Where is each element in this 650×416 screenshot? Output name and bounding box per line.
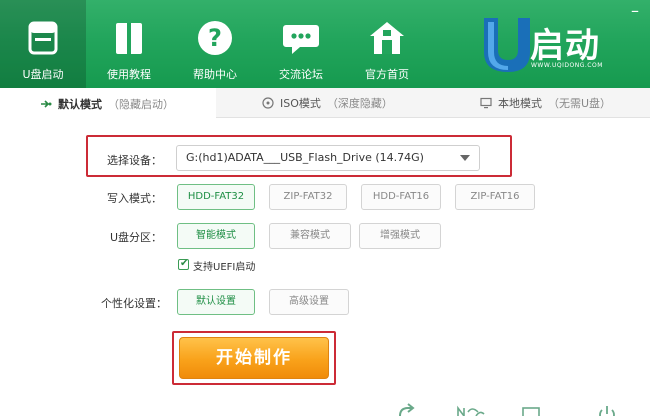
write-option-zip-fat16[interactable]: ZIP-FAT16 xyxy=(455,184,535,210)
partition-option-smart[interactable]: 智能模式 xyxy=(177,223,255,249)
tab-default-mode[interactable]: 默认模式 （隐藏启动） xyxy=(0,88,216,119)
svg-text:?: ? xyxy=(208,24,222,52)
uefi-label: 支持UEFI启动 xyxy=(193,262,256,273)
device-select[interactable]: G:(hd1)ADATA___USB_Flash_Drive (14.74G) xyxy=(176,145,480,171)
brand-url: WWW.UQIDONG.COM xyxy=(531,62,603,69)
tab-main-label: 默认模式 xyxy=(58,97,102,111)
home-icon xyxy=(370,22,404,54)
disc-icon xyxy=(262,97,274,109)
nav-label: 交流论坛 xyxy=(279,68,323,81)
device-label: 选择设备： xyxy=(107,154,162,167)
personal-option-advanced[interactable]: 高级设置 xyxy=(269,289,349,315)
nav-usb-boot[interactable]: U盘启动 xyxy=(0,0,86,88)
personal-option-default[interactable]: 默认设置 xyxy=(177,289,255,315)
nav-tutorial[interactable]: 使用教程 xyxy=(86,0,172,88)
start-button[interactable]: 开始制作 xyxy=(179,337,329,379)
nav-label: U盘启动 xyxy=(22,68,64,81)
tab-local-mode[interactable]: 本地模式 （无需U盘） xyxy=(480,88,611,118)
monitor-icon xyxy=(480,97,492,109)
write-mode-label: 写入模式： xyxy=(107,192,162,205)
tab-main-label: 本地模式 xyxy=(498,97,542,110)
partition-option-enhanced[interactable]: 增强模式 xyxy=(359,223,441,249)
write-option-zip-fat32[interactable]: ZIP-FAT32 xyxy=(269,184,347,210)
write-option-hdd-fat16[interactable]: HDD-FAT16 xyxy=(361,184,441,210)
bottom-toolbar xyxy=(0,402,650,416)
device-select-value: G:(hd1)ADATA___USB_Flash_Drive (14.74G) xyxy=(186,151,424,164)
partition-label: U盘分区： xyxy=(109,231,162,244)
chat-bubble-icon xyxy=(283,25,319,54)
power-icon[interactable] xyxy=(596,402,618,416)
partition-option-compatible[interactable]: 兼容模式 xyxy=(269,223,351,249)
personalize-label: 个性化设置： xyxy=(101,297,167,310)
tab-iso-mode[interactable]: ISO模式 （深度隐藏） xyxy=(262,88,393,118)
nav-label: 官方首页 xyxy=(365,68,409,81)
tab-main-label: ISO模式 xyxy=(280,97,321,110)
window-control-icon[interactable]: – xyxy=(620,2,650,22)
checkmark-icon: ✔ xyxy=(180,258,189,269)
book-icon xyxy=(116,23,142,54)
chevron-down-icon xyxy=(460,155,470,161)
nav-forum[interactable]: 交流论坛 xyxy=(258,0,344,88)
new-icon[interactable] xyxy=(456,402,486,416)
tab-sub-label: （深度隐藏） xyxy=(326,97,393,110)
question-icon: ? xyxy=(198,21,232,55)
usb-drive-icon xyxy=(28,21,58,55)
window-icon[interactable] xyxy=(520,402,542,416)
uefi-checkbox[interactable]: ✔ xyxy=(178,258,189,270)
write-option-hdd-fat32[interactable]: HDD-FAT32 xyxy=(177,184,255,210)
undo-icon[interactable] xyxy=(396,402,418,416)
nav-help-center[interactable]: ? 帮助中心 xyxy=(172,0,258,88)
mode-tabs: 默认模式 （隐藏启动） ISO模式 （深度隐藏） 本地模式 （无需U盘） xyxy=(0,88,650,119)
brand-name: 启动 xyxy=(530,26,600,66)
nav-homepage[interactable]: 官方首页 xyxy=(344,0,430,88)
tab-sub-label: （隐藏启动） xyxy=(108,97,174,111)
app-header: U盘启动 使用教程 ? 帮助中心 交流论坛 官方首页 启动 WWW.UQIDON… xyxy=(0,0,650,88)
arrow-icon xyxy=(41,99,52,108)
nav-label: 使用教程 xyxy=(107,68,151,81)
nav-label: 帮助中心 xyxy=(193,68,237,81)
tab-sub-label: （无需U盘） xyxy=(548,97,612,110)
